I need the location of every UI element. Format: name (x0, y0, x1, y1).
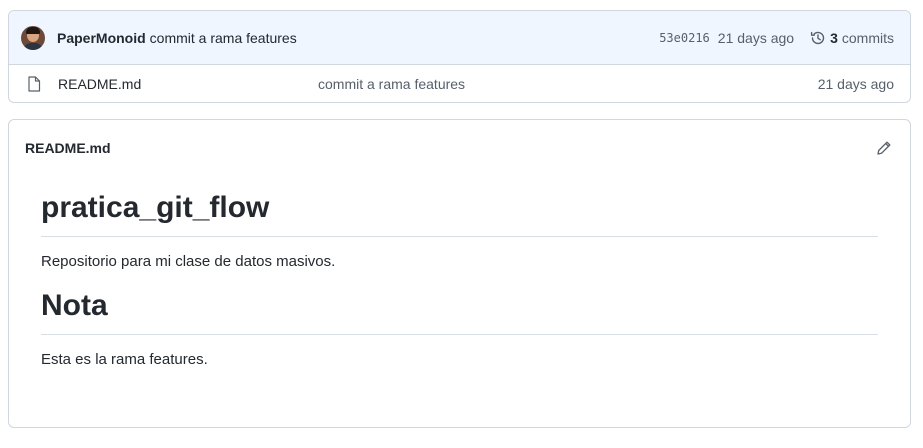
readme-title: README.md (25, 140, 111, 156)
file-name-link[interactable]: README.md (58, 76, 318, 92)
readme-heading-nota: Nota (41, 288, 878, 335)
commit-count: 3 (830, 29, 838, 46)
avatar[interactable] (21, 25, 45, 50)
commit-age: 21 days ago (717, 29, 795, 46)
edit-readme-button[interactable] (874, 138, 894, 158)
commit-author-link[interactable]: PaperMonoid (57, 30, 146, 46)
commit-message-link[interactable]: commit a rama features (150, 30, 297, 46)
readme-content: pratica_git_flow Repositorio para mi cla… (9, 190, 910, 370)
file-icon (27, 76, 41, 92)
latest-commit-bar: PaperMonoid commit a rama features 53e02… (9, 11, 910, 65)
pencil-icon (877, 141, 891, 155)
commit-sha-link[interactable]: 53e0216 (659, 31, 710, 45)
readme-panel: README.md pratica_git_flow Repositorio p… (8, 119, 911, 428)
readme-header: README.md (9, 120, 910, 176)
file-commit-message-link[interactable]: commit a rama features (318, 76, 818, 92)
file-row: README.md commit a rama features 21 days… (9, 65, 910, 102)
history-icon (810, 31, 825, 44)
commit-history-link[interactable]: 3 commits (810, 30, 894, 46)
readme-heading-title: pratica_git_flow (41, 190, 878, 237)
readme-description: Repositorio para mi clase de datos masiv… (41, 253, 336, 270)
file-browser: PaperMonoid commit a rama features 53e02… (8, 10, 911, 103)
commits-label: commits (841, 29, 894, 46)
readme-note-text: Esta es la rama features. (41, 351, 208, 368)
file-age: 21 days ago (817, 76, 894, 92)
